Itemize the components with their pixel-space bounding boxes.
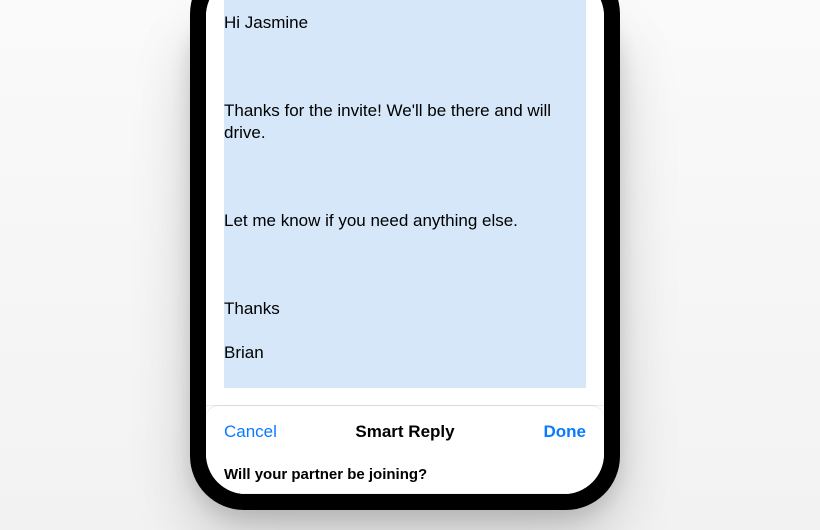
question-prompt-1: Will your partner be joining?	[224, 466, 586, 483]
blank-line	[224, 56, 586, 78]
email-body-highlight[interactable]: Hi Jasmine Thanks for the invite! We'll …	[224, 0, 586, 388]
segmented-control-1: Yes No	[224, 493, 586, 494]
sheet-title: Smart Reply	[355, 422, 454, 442]
phone-bezel: Hi Jasmine Thanks for the invite! We'll …	[202, 0, 608, 498]
smart-reply-sheet: Cancel Smart Reply Done Will your partne…	[206, 406, 604, 494]
cancel-button[interactable]: Cancel	[224, 422, 355, 442]
blank-line	[224, 254, 586, 276]
blank-line	[224, 166, 586, 188]
email-greeting: Hi Jasmine	[224, 12, 586, 34]
phone-frame: Hi Jasmine Thanks for the invite! We'll …	[190, 0, 620, 510]
sheet-header: Cancel Smart Reply Done	[224, 406, 586, 458]
email-line-1: Thanks for the invite! We'll be there an…	[224, 100, 586, 144]
email-signoff: Thanks	[224, 298, 586, 320]
done-button[interactable]: Done	[455, 422, 586, 442]
phone-screen: Hi Jasmine Thanks for the invite! We'll …	[206, 0, 604, 494]
question-block-1: Will your partner be joining? Yes No	[224, 466, 586, 494]
email-line-2: Let me know if you need anything else.	[224, 210, 586, 232]
email-sender: Brian	[224, 342, 586, 364]
email-area: Hi Jasmine Thanks for the invite! We'll …	[206, 0, 604, 388]
stage: Hi Jasmine Thanks for the invite! We'll …	[0, 0, 820, 530]
